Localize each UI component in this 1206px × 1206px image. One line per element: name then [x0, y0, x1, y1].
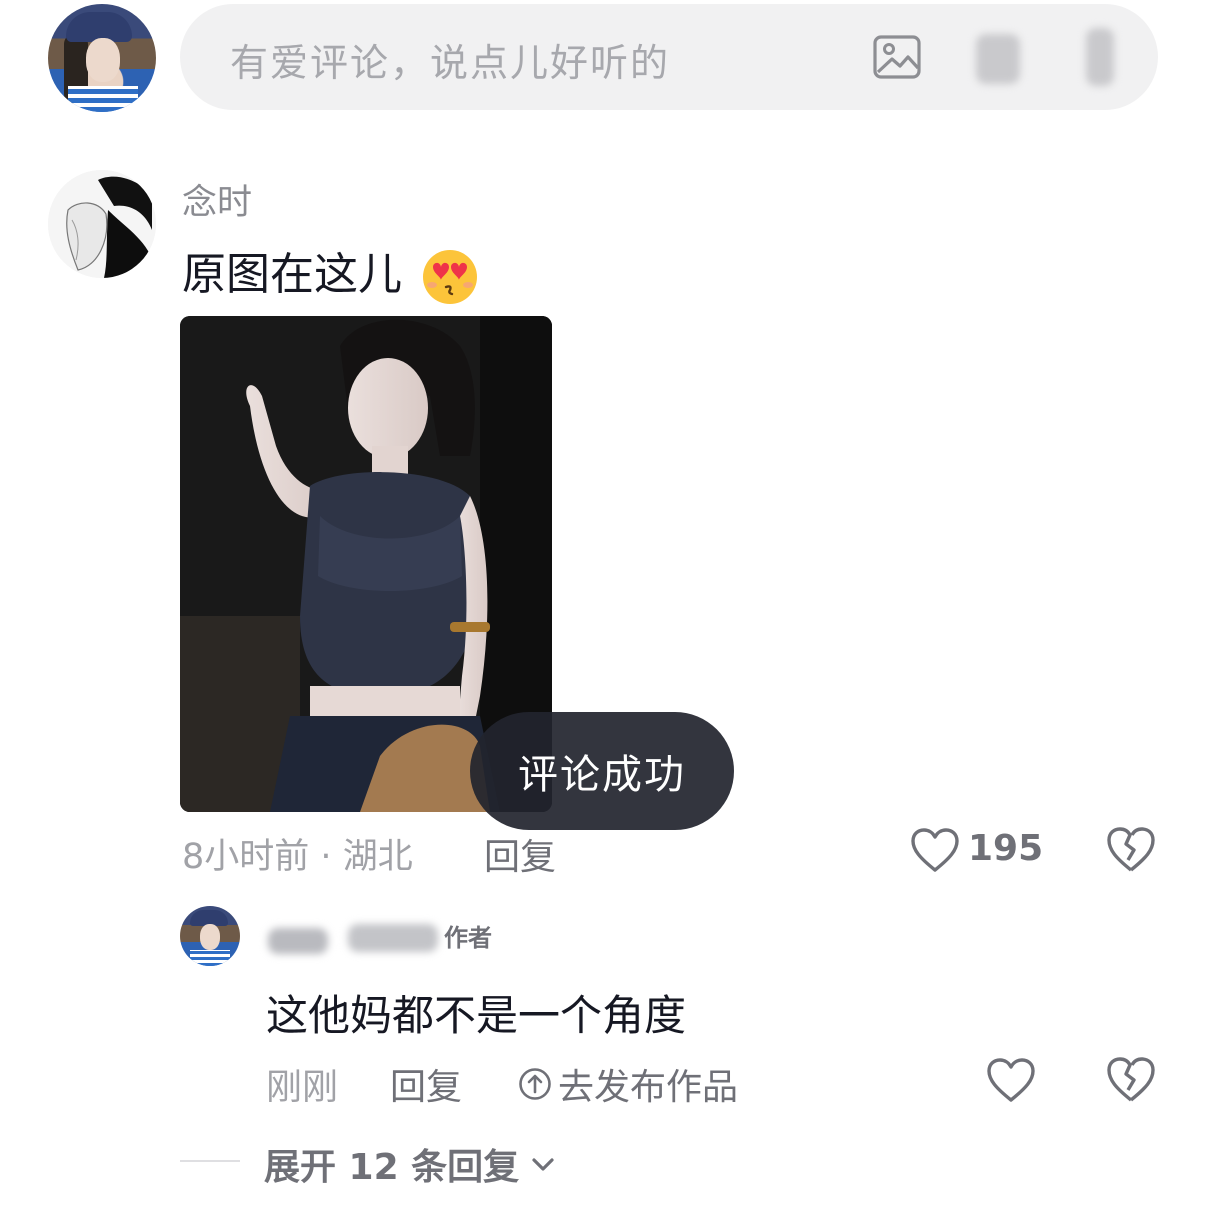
at-button-blurred[interactable]: [1086, 28, 1114, 86]
reply-text: 这他妈都不是一个角度: [266, 991, 687, 1040]
image-icon[interactable]: [872, 32, 922, 82]
heart-icon[interactable]: [910, 828, 960, 874]
comment-input[interactable]: 有爱评论，说点儿好听的: [180, 4, 1158, 110]
expand-replies-label: 展开 12 条回复: [264, 1147, 520, 1188]
comment-text: 原图在这儿: [182, 238, 480, 307]
heart-eyes-kiss-emoji-icon: [423, 250, 477, 304]
comment-location: 湖北: [342, 837, 413, 877]
broken-heart-icon[interactable]: [1106, 826, 1156, 874]
like-count: 195: [968, 828, 1044, 869]
reply-heart-icon[interactable]: [986, 1058, 1036, 1104]
commenter-avatar[interactable]: [48, 170, 156, 278]
expand-replies-button[interactable]: 展开 12 条回复: [264, 1138, 557, 1190]
reply-broken-heart-icon[interactable]: [1106, 1056, 1156, 1104]
expand-divider: [180, 1160, 240, 1162]
reply-button[interactable]: 回复: [484, 828, 556, 880]
publish-work-label: 去发布作品: [558, 1067, 739, 1108]
current-user-avatar[interactable]: [48, 4, 156, 112]
author-tag: 作者: [444, 924, 492, 952]
comment-success-toast: 评论成功: [470, 712, 734, 830]
reply-author-avatar[interactable]: [180, 906, 240, 966]
emoji-button-blurred[interactable]: [976, 34, 1020, 84]
commenter-username[interactable]: 念时: [182, 174, 252, 225]
comment-input-placeholder: 有爱评论，说点儿好听的: [230, 41, 671, 85]
upload-circle-icon: [519, 1068, 551, 1100]
comment-meta: 8小时前 · 湖北: [182, 828, 413, 879]
chevron-down-icon: [532, 1158, 554, 1171]
comment-time: 8小时前: [182, 837, 310, 877]
reply-reply-button[interactable]: 回复: [390, 1058, 462, 1110]
publish-work-button[interactable]: 去发布作品: [518, 1058, 738, 1110]
reply-time: 刚刚: [266, 1067, 339, 1108]
meta-separator: ·: [320, 837, 332, 877]
